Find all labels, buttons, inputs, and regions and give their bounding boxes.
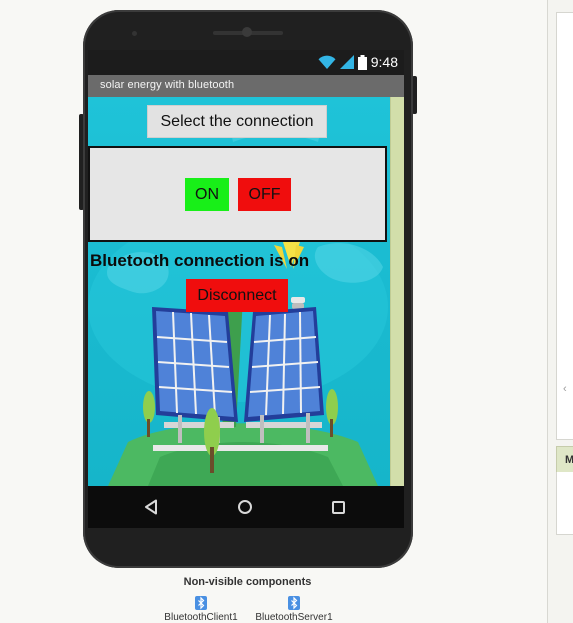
back-icon[interactable]	[143, 499, 159, 515]
bluetooth-icon	[195, 596, 207, 610]
collapse-arrow-icon[interactable]: ‹	[563, 383, 567, 395]
component-name: BluetoothServer1	[255, 612, 333, 623]
phone-sensor	[132, 31, 137, 36]
app-screen: Select the connection ON OFF Bluetooth c…	[88, 97, 404, 486]
app-title-bar: solar energy with bluetooth	[88, 75, 404, 97]
component-bluetooth-client[interactable]: BluetoothClient1	[157, 596, 245, 623]
battery-icon	[357, 54, 367, 70]
non-visible-components-title: Non-visible components	[183, 576, 312, 588]
nav-bar	[88, 486, 404, 528]
status-bar: 9:48	[88, 50, 404, 75]
on-off-arrangement: ON OFF	[88, 146, 387, 242]
wifi-icon	[318, 55, 336, 69]
bluetooth-icon	[288, 596, 300, 610]
off-button[interactable]: OFF	[238, 178, 291, 211]
disconnect-button[interactable]: Disconnect	[186, 279, 288, 312]
recent-apps-icon[interactable]	[332, 501, 345, 514]
home-icon[interactable]	[238, 500, 252, 514]
status-time: 9:48	[370, 54, 398, 70]
component-name: BluetoothClient1	[164, 612, 238, 623]
select-connection-button[interactable]: Select the connection	[147, 105, 327, 138]
app-title: solar energy with bluetooth	[100, 79, 235, 91]
component-bluetooth-server[interactable]: BluetoothServer1	[250, 596, 338, 623]
properties-panel	[556, 12, 573, 440]
signal-icon	[339, 55, 354, 69]
bluetooth-status-label: Bluetooth connection is on	[90, 251, 310, 270]
screen-scrollbar[interactable]	[390, 97, 404, 486]
properties-tab[interactable]: M	[556, 446, 573, 474]
on-button[interactable]: ON	[185, 178, 229, 211]
phone-camera	[242, 27, 252, 37]
properties-panel-lower	[556, 472, 573, 535]
